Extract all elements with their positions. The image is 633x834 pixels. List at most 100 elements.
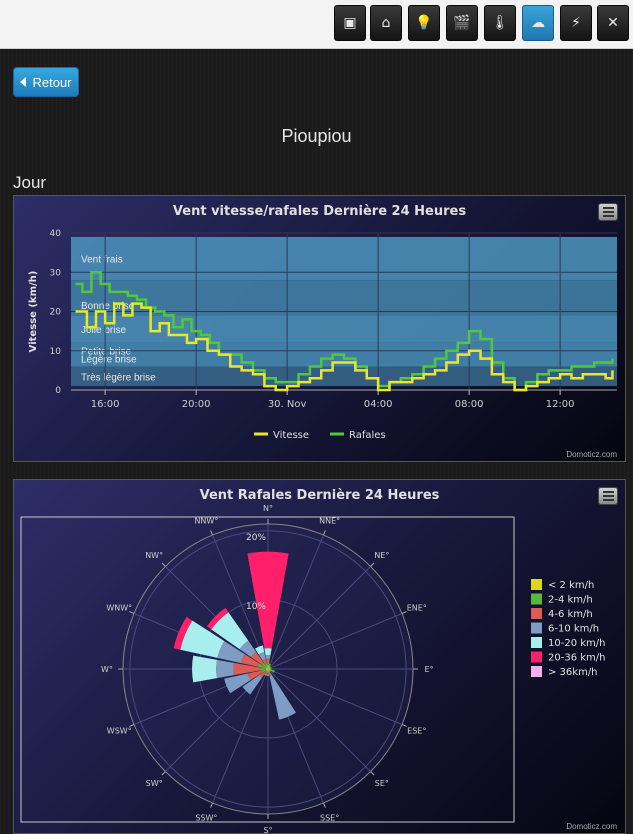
- y-tick-label: 30: [50, 268, 62, 278]
- chart-menu-button[interactable]: [598, 487, 618, 505]
- direction-label: NNE°: [319, 516, 340, 525]
- direction-label: SSE°: [320, 814, 339, 823]
- direction-label: E°: [424, 665, 433, 674]
- chart-title: Vent vitesse/rafales Dernière 24 Heures: [172, 204, 467, 219]
- legend-label[interactable]: > 36km/h: [548, 667, 598, 678]
- radial-label: 20%: [246, 533, 266, 543]
- direction-label: ESE°: [407, 727, 426, 736]
- x-tick-label: 30. Nov: [268, 399, 307, 410]
- legend-swatch[interactable]: [531, 651, 542, 663]
- polar-tick: [370, 771, 375, 776]
- credit-link[interactable]: Domoticz.com: [566, 450, 617, 459]
- legend-swatch[interactable]: [531, 608, 542, 619]
- wind-rose-chart: N° NNE° NE° ENE° E° ESE° SE° SSE° S° SSW° SW° WSW° W…: [20, 504, 605, 833]
- utility-icon: ⚡: [571, 15, 581, 31]
- polar-tick: [323, 530, 326, 536]
- radial-label: 10%: [246, 602, 266, 612]
- legend-label[interactable]: < 2 km/h: [548, 580, 594, 591]
- rose-bar: [266, 658, 270, 663]
- chart-title: Vent Rafales Dernière 24 Heures: [199, 488, 440, 503]
- utility-tab[interactable]: ⚡: [560, 5, 592, 41]
- polar-tick: [161, 562, 166, 567]
- x-tick-label: 12:00: [546, 399, 575, 410]
- direction-label: W°: [101, 665, 113, 674]
- rose-bar: [267, 673, 269, 675]
- temperature-icon: 🌡: [491, 15, 509, 31]
- band-label: Vent frais: [81, 255, 123, 266]
- band-rect: [71, 315, 617, 343]
- dashboard-tab[interactable]: ▣: [334, 5, 366, 41]
- setup-tab[interactable]: ✕: [597, 5, 629, 41]
- rose-bar: [192, 655, 218, 683]
- x-tick-label: 20:00: [182, 399, 211, 410]
- direction-label: NW°: [145, 551, 163, 560]
- legend-swatch[interactable]: [531, 666, 542, 677]
- band-label: Bonne brise: [81, 301, 135, 312]
- rose-bar: [266, 674, 270, 676]
- y-axis-label: Vitesse (km/h): [28, 271, 39, 353]
- band-rect: [71, 236, 617, 281]
- lightbulb-tab[interactable]: 💡: [408, 5, 440, 41]
- y-tick-label: 20: [50, 308, 62, 318]
- direction-label: N°: [263, 504, 273, 513]
- y-tick-label: 10: [50, 347, 62, 357]
- wind-speed-chart-panel: Vent frais Bonne brise Jolie brise Petite b…: [13, 195, 626, 462]
- legend-label[interactable]: 4-6 km/h: [548, 609, 593, 620]
- rose-bar: [264, 648, 272, 656]
- direction-label: WSW°: [107, 727, 132, 736]
- polar-tick: [401, 724, 407, 727]
- temperature-tab[interactable]: 🌡: [484, 5, 516, 41]
- direction-label: NE°: [374, 551, 389, 560]
- direction-label: S°: [263, 826, 272, 833]
- page-title: Pioupiou: [281, 126, 352, 146]
- weather-tab[interactable]: ☁: [522, 5, 554, 41]
- legend-label[interactable]: Rafales: [349, 430, 386, 441]
- legend-swatch[interactable]: [531, 579, 542, 590]
- legend-swatch[interactable]: [531, 593, 542, 605]
- direction-label: NNW°: [194, 516, 218, 525]
- back-button-label: Retour: [32, 74, 72, 90]
- direction-label: WNW°: [106, 603, 132, 612]
- legend-label[interactable]: Vitesse: [273, 430, 309, 441]
- polar-tick: [210, 802, 213, 808]
- arrow-left-icon: [20, 77, 27, 87]
- rose-bar: [216, 659, 235, 679]
- weather-icon: ☁: [531, 15, 545, 31]
- legend-swatch[interactable]: [531, 637, 542, 648]
- direction-label: SE°: [375, 779, 389, 788]
- legend-label[interactable]: 10-20 km/h: [548, 638, 605, 649]
- polar-tick: [323, 802, 326, 808]
- switches-icon: ⌂: [381, 15, 391, 31]
- switches-tab[interactable]: ⌂: [370, 5, 402, 41]
- x-tick-label: 04:00: [364, 399, 393, 410]
- x-tick-label: 16:00: [91, 399, 120, 410]
- credit-link[interactable]: Domoticz.com: [566, 822, 617, 831]
- legend-swatch[interactable]: [531, 622, 542, 634]
- band-rect: [71, 280, 617, 316]
- wind-rose-panel: N° NNE° NE° ENE° E° ESE° SE° SSE° S° SSW° SW° WSW° W…: [13, 479, 626, 834]
- polar-tick: [210, 530, 213, 536]
- band-label: Légère brise: [81, 355, 137, 366]
- wind-speed-chart: Vent fraisBonne briseJolie brisePetite b…: [28, 229, 617, 441]
- section-title: Jour: [13, 173, 47, 192]
- scenes-tab[interactable]: 🎬: [446, 5, 478, 41]
- band-label: Très légère brise: [81, 372, 156, 383]
- dashboard-icon: ▣: [343, 15, 357, 31]
- rose-bar: [265, 655, 271, 659]
- scenes-icon: 🎬: [453, 15, 471, 31]
- back-button[interactable]: Retour: [13, 67, 79, 97]
- legend-label[interactable]: 20-36 km/h: [548, 653, 605, 664]
- x-tick-label: 08:00: [455, 399, 484, 410]
- direction-label: SSW°: [195, 814, 217, 823]
- setup-icon: ✕: [607, 15, 619, 31]
- lightbulb-icon: 💡: [415, 15, 433, 31]
- legend-label[interactable]: 2-4 km/h: [548, 595, 593, 606]
- chart-menu-button[interactable]: [598, 203, 618, 221]
- legend-label[interactable]: 6-10 km/h: [548, 624, 599, 635]
- top-navbar: ▣ ⌂ 💡 🎬 🌡 ☁ ⚡ ✕: [0, 0, 633, 49]
- y-tick-label: 0: [55, 386, 61, 396]
- y-tick-label: 40: [50, 229, 62, 239]
- direction-label: SW°: [146, 779, 163, 788]
- polar-tick: [370, 562, 375, 567]
- direction-label: ENE°: [407, 603, 427, 612]
